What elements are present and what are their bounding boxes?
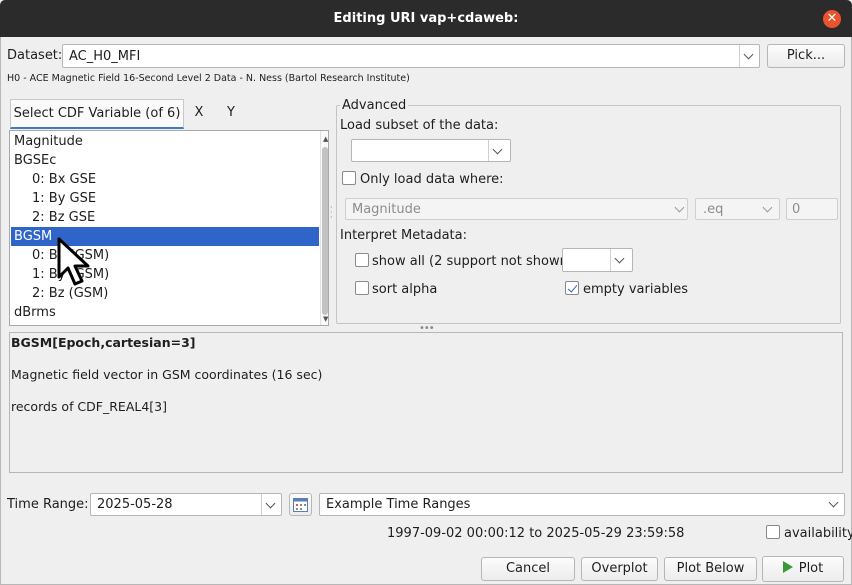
tab-x[interactable]: X (186, 99, 212, 127)
empty-variables-label: empty variables (583, 282, 689, 297)
chevron-down-icon (614, 253, 625, 264)
calendar-button[interactable] (289, 493, 312, 516)
plot-below-button[interactable]: Plot Below (664, 557, 757, 581)
chevron-down-icon (674, 202, 685, 213)
dataset-value: AC_H0_MFI (69, 49, 141, 64)
time-range-value: 2025-05-28 (97, 497, 173, 512)
window-title: Editing URI vap+cdaweb: (333, 11, 519, 26)
where-variable-combo[interactable]: Magnitude (345, 198, 688, 220)
chevron-down-icon (492, 144, 503, 155)
chevron-down-icon (265, 498, 276, 509)
time-range-extent: 1997-09-02 00:00:12 to 2025-05-29 23:59:… (387, 526, 685, 541)
time-range-dropdown-button[interactable] (261, 494, 281, 515)
interpret-metadata-label: Interpret Metadata: (340, 228, 467, 243)
variable-list-item[interactable]: dBrms (11, 303, 319, 322)
info-description: Magnetic field vector in GSM coordinates… (11, 367, 323, 382)
cancel-button[interactable]: Cancel (481, 557, 575, 581)
scroll-up-icon[interactable]: ▲ (323, 135, 328, 143)
availability-checkbox[interactable] (766, 525, 780, 539)
load-subset-label: Load subset of the data: (340, 118, 499, 133)
show-all-checkbox[interactable] (355, 253, 369, 267)
only-load-label: Only load data where: (360, 172, 504, 187)
list-scrollbar[interactable]: ▲ ▼ (320, 131, 328, 325)
show-all-label: show all (2 support not shown) (372, 254, 573, 269)
subset-combo[interactable] (351, 139, 511, 162)
chevron-down-icon (762, 202, 773, 213)
overplot-button[interactable]: Overplot (581, 557, 658, 581)
example-time-ranges-combo[interactable]: Example Time Ranges (319, 493, 845, 516)
calendar-icon (293, 498, 308, 512)
pick-button[interactable]: Pick... (767, 44, 845, 68)
variable-list-item[interactable]: 0: Bx GSE (11, 170, 319, 189)
only-load-checkbox[interactable] (342, 171, 356, 185)
scroll-down-icon[interactable]: ▼ (323, 315, 328, 323)
variable-list-item[interactable]: 1: By GSE (11, 189, 319, 208)
tab-select-variable[interactable]: Select CDF Variable (of 6) (10, 99, 184, 129)
title-bar: Editing URI vap+cdaweb: ✕ (0, 0, 852, 37)
time-range-label: Time Range: (7, 497, 89, 512)
subset-dropdown-button[interactable] (488, 140, 510, 161)
chevron-down-icon (828, 497, 839, 508)
vertical-splitter[interactable]: · · · (330, 204, 333, 222)
where-value-field[interactable]: 0 (786, 198, 838, 220)
time-range-combo[interactable]: 2025-05-28 (90, 493, 282, 516)
chevron-down-icon (743, 49, 754, 60)
play-icon (782, 561, 793, 573)
info-signature: BGSM[Epoch,cartesian=3] (11, 335, 196, 350)
example-time-ranges-value: Example Time Ranges (326, 497, 471, 512)
variable-rows: Magnitude BGSEc 0: Bx GSE 1: By GSE 2: Bz GS… (11, 132, 319, 322)
info-records: records of CDF_REAL4[3] (11, 399, 167, 414)
plot-button[interactable]: Plot (762, 556, 844, 582)
variable-list-item[interactable]: 2: Bz GSE (11, 208, 319, 227)
dataset-description: H0 - ACE Magnetic Field 16-Second Level … (7, 73, 410, 84)
dataset-dropdown-button[interactable] (739, 45, 759, 67)
sort-alpha-label: sort alpha (372, 282, 438, 297)
tab-y[interactable]: Y (216, 99, 246, 127)
show-all-combo[interactable] (562, 248, 633, 272)
dataset-label: Dataset: (7, 48, 63, 63)
variable-list-item[interactable]: BGSEc (11, 151, 319, 170)
plot-button-label: Plot (798, 561, 824, 576)
availability-label: availability (784, 526, 852, 541)
where-variable-value: Magnitude (352, 202, 421, 217)
close-icon[interactable]: ✕ (823, 10, 841, 28)
variable-info-panel: BGSM[Epoch,cartesian=3] Magnetic field v… (9, 332, 843, 473)
variable-list-item[interactable]: Magnitude (11, 132, 319, 151)
where-operator-combo[interactable]: .eq (695, 198, 780, 220)
empty-variables-checkbox[interactable] (565, 281, 579, 295)
advanced-title: Advanced (340, 98, 409, 113)
scrollbar-thumb[interactable] (322, 147, 328, 315)
mouse-cursor-icon (57, 237, 90, 286)
dataset-combo[interactable]: AC_H0_MFI (62, 44, 760, 68)
show-all-dropdown-button[interactable] (610, 249, 632, 271)
variable-list[interactable]: Magnitude BGSEc 0: Bx GSE 1: By GSE 2: Bz GS… (9, 130, 329, 326)
where-operator-value: .eq (703, 202, 724, 217)
where-value: 0 (792, 202, 801, 217)
sort-alpha-checkbox[interactable] (355, 281, 369, 295)
